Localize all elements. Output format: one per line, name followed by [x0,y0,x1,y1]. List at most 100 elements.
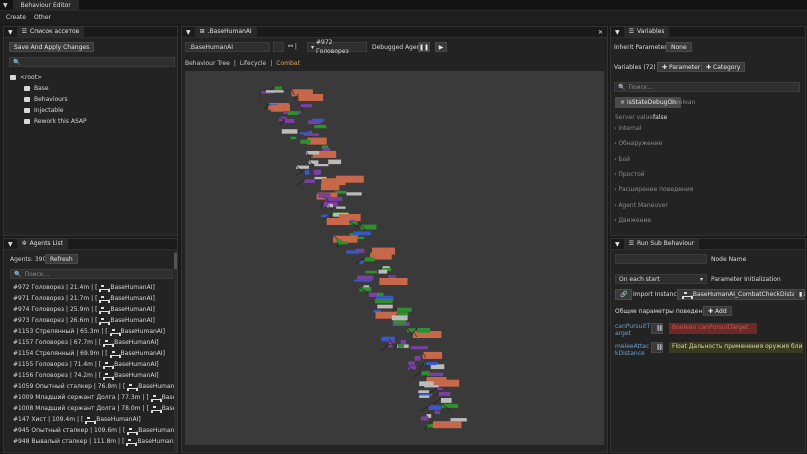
inherit-select[interactable]: None [666,42,692,52]
graph-node[interactable] [359,287,372,292]
graph-node[interactable] [328,159,342,165]
param1-unlink-button[interactable]: ⛓ [651,323,664,334]
graph-node[interactable] [299,104,312,108]
agent-row[interactable]: #973 Головорез | 26.6m |[.BaseHumanAI] [13,317,155,325]
graph-node[interactable] [419,395,430,398]
agent-row[interactable]: #147 Хист | 109.4m |[.BaseHumanAI] [13,416,141,424]
graph-node[interactable] [304,169,310,175]
agent-row[interactable]: #1154 Стрелянный | 69.9m |[.BaseHumanAI] [13,350,165,358]
collapse-icon[interactable]: ▼ [615,29,620,36]
variable-section[interactable]: › Простой [614,171,645,178]
agents-search-input[interactable]: 🔍 Поиск... [10,269,173,279]
agents-tab[interactable]: ✲ Agents List [16,239,68,249]
graph-node[interactable] [410,346,428,350]
agent-row[interactable]: #1153 Стрелянный | 65.3m |[.BaseHumanAI] [13,328,165,336]
graph-node[interactable] [299,132,311,135]
graph-node[interactable] [298,94,324,101]
graph-node[interactable] [425,362,438,365]
graph-node[interactable] [433,410,440,414]
graph-node[interactable] [368,292,377,297]
add-param-button[interactable]: ✚ Add [703,306,732,316]
variables-tab[interactable]: ☰ Variables [623,27,670,37]
breadcrumb-item[interactable]: Combat [276,60,300,67]
collapse-icon[interactable]: ▼ [615,241,620,248]
graph-node[interactable] [336,206,346,209]
variable-section[interactable]: › Движение [614,217,651,224]
variable-section[interactable]: › Internal [614,125,641,132]
play-button[interactable]: ▶ [435,42,447,52]
graph-node[interactable] [450,418,467,422]
agent-row[interactable]: #1157 Головорез | 67.7m |[.BaseHumanAI] [13,339,159,347]
save-apply-button[interactable]: Save And Apply Changes [9,42,95,52]
graph-node[interactable] [353,279,372,282]
delete-button[interactable]: ▮ [794,289,804,300]
graph-node[interactable] [304,179,315,183]
graph-node[interactable] [313,169,321,174]
sub-behaviour-tab[interactable]: ☰ Run Sub Behaviour [623,239,700,249]
refresh-button[interactable]: Refresh [45,254,78,264]
ai-picker-button[interactable] [273,42,284,52]
agent-row[interactable]: #974 Головорез | 25.9m |[.BaseHumanAI] [13,306,155,314]
agent-row[interactable]: #972 Головорез | 21.4m |[.BaseHumanAI] [13,284,155,292]
graph-node[interactable] [274,86,282,90]
agent-row[interactable]: #945 Опытный сталкер | 109.6m |[.BaseHum… [13,427,177,435]
behaviour-tab[interactable]: ⊞ .BaseHumanAI [194,27,257,37]
agent-row[interactable]: #1155 Головорез | 71.4m |[.BaseHumanAI] [13,361,159,369]
behaviour-graph-canvas[interactable] [185,71,604,445]
pause-button[interactable]: ❚❚ [418,42,430,52]
graph-node[interactable] [418,390,430,394]
graph-node[interactable] [284,118,295,123]
graph-node[interactable] [287,111,299,115]
menu-other[interactable]: Other [34,14,51,21]
hierarchy-icon[interactable]: ⚯ | [288,43,297,50]
graph-node[interactable] [421,371,430,376]
graph-node[interactable] [300,139,311,144]
graph-node[interactable] [326,218,351,225]
tree-folder-base[interactable]: Base [24,85,49,92]
collapse-icon[interactable]: ▼ [3,2,8,9]
graph-node[interactable] [353,231,371,236]
agent-row[interactable]: #1009 Младший сержант Долга | 77.3m |[.B… [13,394,177,402]
graph-node[interactable] [377,304,393,309]
variables-search-input[interactable]: 🔍 Поиск... [614,82,800,92]
graph-node[interactable] [338,241,348,245]
graph-node[interactable] [357,275,374,280]
breadcrumb-item[interactable]: Behaviour Tree [185,60,230,67]
graph-node[interactable] [397,307,412,312]
graph-node[interactable] [314,164,329,167]
collapse-icon[interactable]: ▼ [186,29,191,36]
agents-scrollbar[interactable] [174,251,177,451]
param2-unlink-button[interactable]: ⛓ [651,342,664,353]
graph-node[interactable] [364,257,375,262]
variable-section[interactable]: › Обнаружение [614,140,662,147]
close-icon[interactable]: ✕ [598,29,603,36]
graph-node[interactable] [295,165,309,169]
graph-node[interactable] [335,239,342,242]
graph-node[interactable] [270,104,290,112]
graph-node[interactable] [365,270,377,274]
add-category-button[interactable]: ✚ Category [701,62,746,72]
graph-node[interactable] [438,391,451,396]
node-name-input[interactable] [615,254,707,264]
graph-node[interactable] [379,278,408,285]
graph-node[interactable] [437,388,444,390]
graph-node[interactable] [430,364,445,370]
graph-node[interactable] [346,192,362,196]
breadcrumb-item[interactable]: Lifecycle [240,60,266,67]
graph-node[interactable] [408,361,415,365]
graph-node[interactable] [397,344,405,348]
tree-folder-rework[interactable]: Rework this ASAP [24,118,87,125]
variable-section[interactable]: › Agent Maneuver [614,202,668,209]
add-parameter-button[interactable]: ✚ Parameter [657,62,706,72]
param1-value[interactable]: Boolean canPursuitTarget [669,323,757,334]
agent-row[interactable]: #948 Вывалый сталкер | 111.8m |[.BaseHum… [13,438,177,446]
graph-node[interactable] [314,124,327,129]
assets-search-input[interactable]: 🔍 [9,57,175,67]
graph-node[interactable] [429,405,442,410]
graph-node[interactable] [388,344,393,348]
graph-node[interactable] [374,299,393,304]
agent-row[interactable]: #1156 Головорез | 74.2m |[.BaseHumanAI] [13,372,159,380]
collapse-icon[interactable]: ▼ [8,241,13,248]
assets-tab[interactable]: ☰ Список ассетов [16,27,85,37]
tree-folder-behaviours[interactable]: Behaviours [24,96,68,103]
